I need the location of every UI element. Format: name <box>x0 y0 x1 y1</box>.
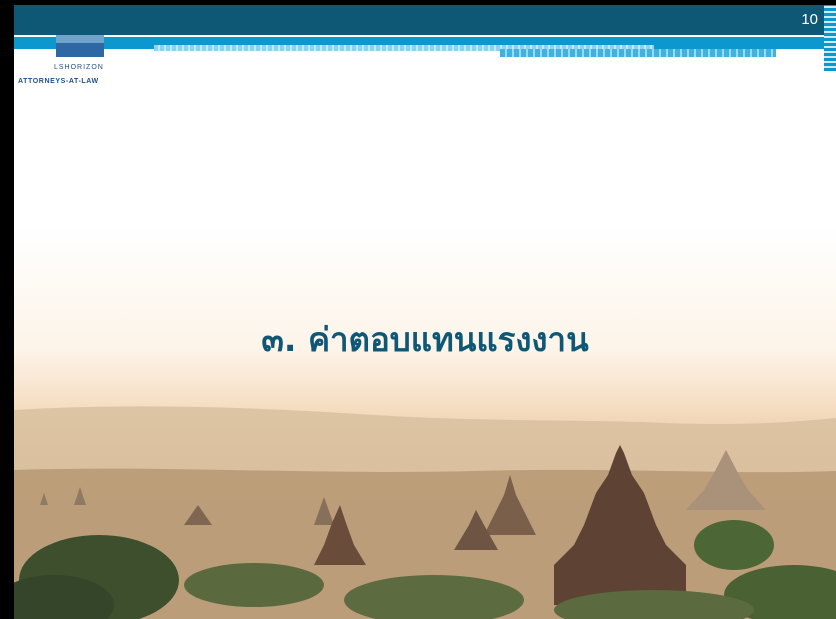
temple-landscape-photo <box>14 406 836 619</box>
logo-tagline: ATTORNEYS-AT-LAW <box>18 78 99 85</box>
logo-brand-text: LSHORIZON <box>54 64 104 71</box>
logo-mark-lower <box>56 43 104 57</box>
slide-title: ๓. ค่าตอบแทนแรงงาน <box>261 320 589 359</box>
company-logo: LSHORIZON ATTORNEYS-AT-LAW <box>18 35 144 95</box>
corner-stripe <box>824 5 836 71</box>
page-number: 10 <box>801 11 818 28</box>
header-stripe-secondary <box>500 49 776 57</box>
slide-canvas: 10 LSHORIZON ATTORNEYS-AT-LAW ๓. ค่าตอบแ… <box>14 5 836 619</box>
header-bar <box>14 5 836 35</box>
slide: 10 LSHORIZON ATTORNEYS-AT-LAW ๓. ค่าตอบแ… <box>0 0 836 619</box>
